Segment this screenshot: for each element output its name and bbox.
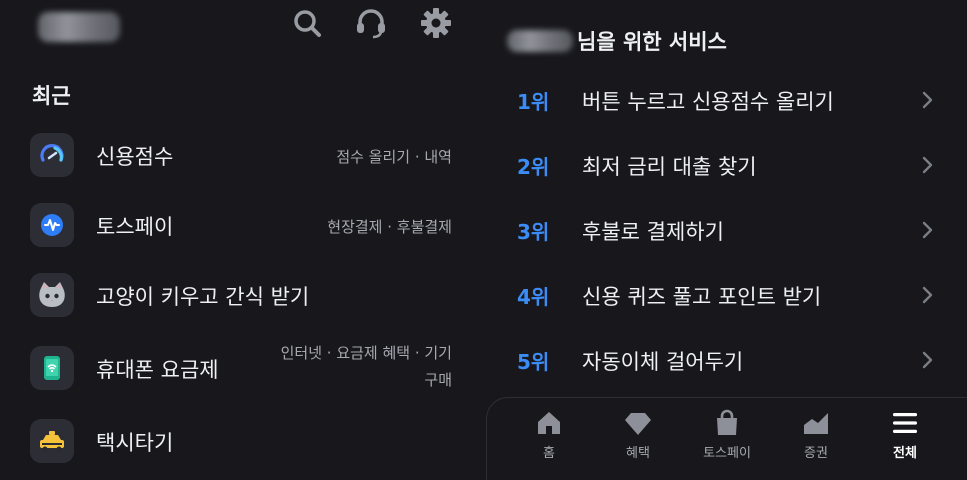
taxi-icon xyxy=(30,419,74,463)
tab-benefits[interactable]: 혜택 xyxy=(603,408,673,468)
chevron-right-icon xyxy=(922,91,933,109)
chevron-right-icon xyxy=(922,351,933,369)
rank-item-2[interactable]: 2위 최저 금리 대출 찾기 xyxy=(486,145,956,185)
phone-plan-icon xyxy=(30,346,74,390)
rank-number: 4위 xyxy=(517,285,550,309)
recent-section-title: 최근 xyxy=(32,84,71,108)
tab-stocks[interactable]: 증권 xyxy=(781,408,851,468)
recent-item-label: 고양이 키우고 간식 받기 xyxy=(96,285,310,309)
tab-label: 전체 xyxy=(893,446,917,461)
menu-icon xyxy=(893,413,917,433)
services-title: 님을 위한 서비스 xyxy=(577,30,727,54)
tab-label: 증권 xyxy=(804,446,828,461)
customer-support-button[interactable] xyxy=(354,6,388,40)
toss-pay-icon xyxy=(30,203,74,247)
search-button[interactable] xyxy=(290,6,324,40)
credit-gauge-icon xyxy=(30,133,74,177)
recent-item-cat-game[interactable]: 고양이 키우고 간식 받기 xyxy=(30,273,455,319)
recent-item-label: 택시타기 xyxy=(96,431,174,455)
cat-icon xyxy=(30,273,74,317)
tab-label: 토스페이 xyxy=(703,446,751,461)
shopping-bag-icon xyxy=(717,409,737,435)
recent-item-label: 휴대폰 요금제 xyxy=(96,358,219,382)
chevron-right-icon xyxy=(922,156,933,174)
recent-item-label: 신용점수 xyxy=(96,145,174,169)
rank-text: 자동이체 걸어두기 xyxy=(582,350,744,374)
rank-text: 버튼 누르고 신용점수 올리기 xyxy=(582,90,834,114)
tab-toss-pay[interactable]: 토스페이 xyxy=(692,408,762,468)
recent-item-taxi[interactable]: 택시타기 xyxy=(30,419,455,465)
recent-item-toss-pay[interactable]: 토스페이 현장결제 · 후불결제 xyxy=(30,203,455,249)
rank-number: 2위 xyxy=(517,155,550,179)
rank-item-5[interactable]: 5위 자동이체 걸어두기 xyxy=(486,340,956,380)
recent-item-sub-line: 인터넷 · 요금제 혜택 · 기기 xyxy=(280,344,452,362)
tab-label: 홈 xyxy=(543,446,555,461)
chevron-right-icon xyxy=(922,286,933,304)
blurred-username xyxy=(507,30,573,52)
stock-chart-icon xyxy=(804,413,828,434)
rank-text: 신용 퀴즈 풀고 포인트 받기 xyxy=(582,285,822,309)
rank-item-4[interactable]: 4위 신용 퀴즈 풀고 포인트 받기 xyxy=(486,275,956,315)
rank-number: 1위 xyxy=(517,90,550,114)
rank-item-3[interactable]: 3위 후불로 결제하기 xyxy=(486,210,956,250)
recent-item-sub: 현장결제 · 후불결제 xyxy=(327,218,452,236)
blurred-username xyxy=(38,12,120,42)
recent-item-sub-line: 구매 xyxy=(424,371,452,389)
recent-item-label: 토스페이 xyxy=(96,215,174,239)
recent-item-credit-score[interactable]: 신용점수 점수 올리기 · 내역 xyxy=(30,133,455,179)
recent-item-sub: 점수 올리기 · 내역 xyxy=(336,148,452,166)
tab-all[interactable]: 전체 xyxy=(870,408,940,468)
settings-button[interactable] xyxy=(419,6,453,40)
rank-item-1[interactable]: 1위 버튼 누르고 신용점수 올리기 xyxy=(486,80,956,120)
chevron-right-icon xyxy=(922,221,933,239)
recent-item-sub: 인터넷 · 요금제 혜택 · 기기 구매 xyxy=(281,340,452,394)
bottom-tab-bar: 홈 혜택 토스페이 증권 전체 xyxy=(486,397,967,480)
search-icon xyxy=(294,10,321,37)
gear-icon xyxy=(421,8,451,38)
tab-label: 혜택 xyxy=(626,446,650,461)
rank-text: 최저 금리 대출 찾기 xyxy=(582,155,757,179)
home-icon xyxy=(538,412,560,434)
tab-home[interactable]: 홈 xyxy=(514,408,584,468)
recent-item-phone-plan[interactable]: 휴대폰 요금제 인터넷 · 요금제 혜택 · 기기 구매 xyxy=(30,344,455,392)
headset-icon xyxy=(357,9,385,39)
rank-text: 후불로 결제하기 xyxy=(582,220,724,244)
rank-number: 3위 xyxy=(517,220,550,244)
diamond-icon xyxy=(625,413,651,435)
rank-number: 5위 xyxy=(517,350,550,374)
